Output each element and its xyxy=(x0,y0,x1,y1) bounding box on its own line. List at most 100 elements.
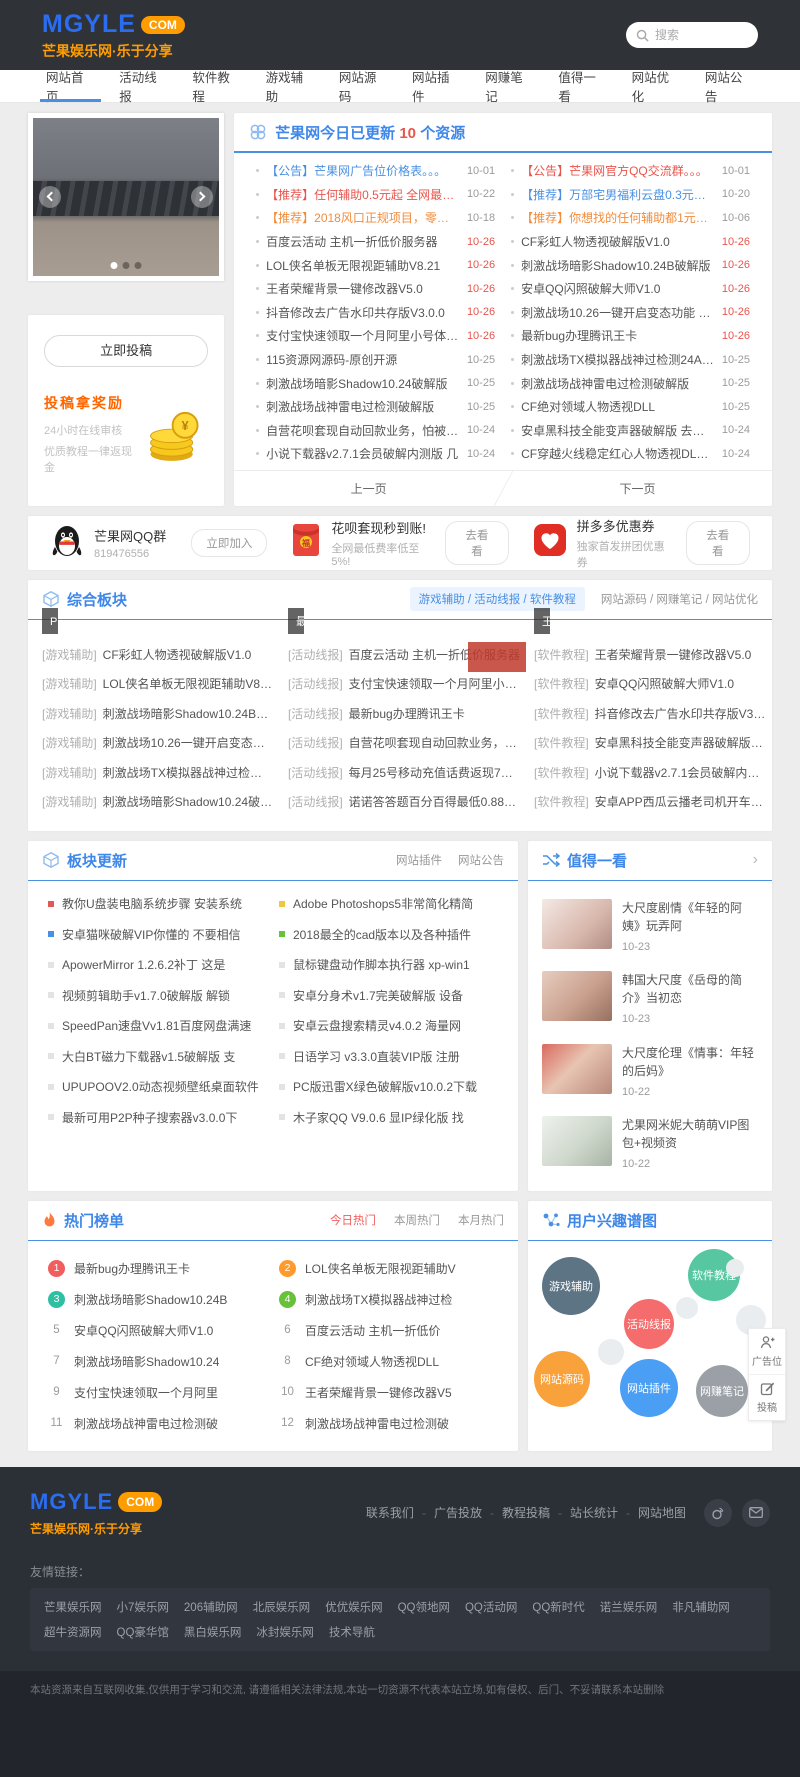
footer-link-广告投放[interactable]: 广告投放 xyxy=(434,1504,482,1521)
friend-link[interactable]: QQ领地网 xyxy=(398,1599,450,1615)
promo-action-button[interactable]: 去看看 xyxy=(686,521,750,565)
interest-bubble-网站源码[interactable]: 网站源码 xyxy=(534,1351,590,1407)
promo-action-button[interactable]: 立即加入 xyxy=(191,529,267,557)
resource-link[interactable]: 鼠标键盘动作脚本执行器 xp-win1 xyxy=(293,956,470,973)
combo-tab-active[interactable]: 游戏辅助 / 活动线报 / 软件教程 xyxy=(410,587,585,611)
nav-item-游戏辅助[interactable]: 游戏辅助 xyxy=(254,70,327,102)
image-carousel[interactable] xyxy=(28,113,224,281)
updates-tab-网站插件[interactable]: 网站插件 xyxy=(396,852,442,868)
interest-bubble-活动线报[interactable]: 活动线报 xyxy=(624,1299,674,1349)
interest-bubble-网站插件[interactable]: 网站插件 xyxy=(620,1359,678,1417)
resource-link[interactable]: Adobe Photoshops5非常简化精简 xyxy=(293,895,473,912)
friend-link[interactable]: 优优娱乐网 xyxy=(325,1599,383,1615)
resource-link[interactable]: 自营花呗套现自动回款业务，怕被骗就... xyxy=(349,734,520,751)
resource-link[interactable]: 视频剪辑助手v1.7.0破解版 解锁 xyxy=(62,987,230,1004)
resource-link[interactable]: 最新bug办理腾讯王卡 xyxy=(74,1260,190,1277)
combo-tab-inactive[interactable]: 网站源码 / 网赚笔记 / 网站优化 xyxy=(601,591,758,607)
投稿-button[interactable]: 投稿 xyxy=(749,1375,785,1420)
resource-link[interactable]: 百度云活动 主机一折低价 xyxy=(305,1322,440,1339)
resource-link[interactable]: 115资源网源码-原创开源 xyxy=(266,351,459,368)
resource-link[interactable]: 安卓猫咪破解VIP你懂的 不要相信 xyxy=(62,926,241,943)
resource-link[interactable]: 王者荣耀背景一键修改器V5.0 xyxy=(266,280,459,297)
resource-link[interactable]: 支付宝快速领取一个月阿里小号体验券 xyxy=(349,675,520,692)
resource-link[interactable]: 刺激战场暗影Shadow10.24破解版 xyxy=(266,375,459,392)
mail-icon[interactable] xyxy=(742,1499,770,1527)
hot-tab-本周热门[interactable]: 本周热门 xyxy=(394,1212,440,1228)
prev-page-button[interactable]: 上一页 xyxy=(234,471,503,506)
resource-link[interactable]: 安卓QQ闪照破解大师V1.0 xyxy=(595,675,734,692)
resource-link[interactable]: 【推荐】你想找的任何辅助都1元客服2 xyxy=(521,209,714,226)
nav-item-活动线报[interactable]: 活动线报 xyxy=(107,70,180,102)
footer-link-联系我们[interactable]: 联系我们 xyxy=(366,1504,414,1521)
resource-link[interactable]: 自营花呗套现自动回款业务，怕被骗就 xyxy=(266,422,459,439)
carousel-dot[interactable] xyxy=(135,262,142,269)
resource-link[interactable]: 最新可用P2P种子搜索器v3.0.0下 xyxy=(62,1109,237,1126)
resource-link[interactable]: 刺激战场战神雷电过检测破解版 xyxy=(521,375,714,392)
footer-link-网站地图[interactable]: 网站地图 xyxy=(638,1504,686,1521)
resource-link[interactable]: 刺激战场暗影Shadow10.24破解版 xyxy=(103,793,274,810)
resource-link[interactable]: CF绝对领域人物透视DLL xyxy=(521,398,714,415)
resource-link[interactable]: 安卓黑科技全能变声器破解版 去除付 xyxy=(521,422,714,439)
nav-item-软件教程[interactable]: 软件教程 xyxy=(180,70,253,102)
friend-link[interactable]: 小7娱乐网 xyxy=(117,1599,169,1615)
resource-link[interactable]: 【公告】芒果网广告位价格表。。。 xyxy=(266,162,459,179)
resource-link[interactable]: 大白BT磁力下载器v1.5破解版 支 xyxy=(62,1048,235,1065)
resource-link[interactable]: 安卓QQ闪照破解大师V1.0 xyxy=(74,1322,213,1339)
footer-link-站长统计[interactable]: 站长统计 xyxy=(570,1504,618,1521)
resource-link[interactable]: 百度云活动 主机一折低价服务器 xyxy=(266,233,459,250)
friend-link[interactable]: 206辅助网 xyxy=(184,1599,238,1615)
nav-item-网站源码[interactable]: 网站源码 xyxy=(327,70,400,102)
resource-link[interactable]: 教你U盘装电脑系统步骤 安装系统 xyxy=(62,895,242,912)
friend-link[interactable]: QQ新时代 xyxy=(532,1599,584,1615)
resource-link[interactable]: 抖音修改去广告水印共存版V3.0.0 xyxy=(266,304,459,321)
hot-tab-本月热门[interactable]: 本月热门 xyxy=(458,1212,504,1228)
resource-link[interactable]: 刺激战场战神雷电过检测破解版 xyxy=(266,398,459,415)
resource-link[interactable]: 王者荣耀背景一键修改器V5.0 xyxy=(595,646,752,663)
resource-link[interactable]: 木子家QQ V9.0.6 显IP绿化版 找 xyxy=(293,1109,464,1126)
footer-logo[interactable]: MGYLE COM 芒果娱乐网·乐于分享 xyxy=(30,1489,162,1537)
resource-link[interactable]: LOL侠名单板无限视距辅助V8.21 xyxy=(103,675,274,692)
resource-link[interactable]: SpeedPan速盘Vv1.81百度网盘满速 xyxy=(62,1017,251,1034)
resource-link[interactable]: 安卓APP西瓜云播老司机开车福利神器 xyxy=(595,793,766,810)
carousel-dot[interactable] xyxy=(111,262,118,269)
resource-link[interactable]: 刺激战场战神雷电过检测破 xyxy=(305,1415,449,1432)
resource-link[interactable]: 【公告】芒果网官方QQ交流群。。。 xyxy=(521,162,714,179)
interest-bubble-游戏辅助[interactable]: 游戏辅助 xyxy=(542,1257,600,1315)
nav-item-网赚笔记[interactable]: 网赚笔记 xyxy=(473,70,546,102)
resource-link[interactable]: CF彩虹人物透视破解版V1.0 xyxy=(521,233,714,250)
resource-link[interactable]: UPUPOOV2.0动态视频壁纸桌面软件 xyxy=(62,1078,259,1095)
worth-item[interactable]: 尤果网米妮大萌萌VIP图包+视频资10-22 xyxy=(542,1108,758,1181)
friend-link[interactable]: 技术导航 xyxy=(329,1624,375,1640)
site-logo[interactable]: MGYLE COM 芒果娱乐网·乐于分享 xyxy=(42,12,185,58)
submit-post-button[interactable]: 立即投稿 xyxy=(44,335,208,367)
friend-link[interactable]: 冰封娱乐网 xyxy=(256,1624,314,1640)
resource-link[interactable]: 每月25号移动充值话费返现7%活动 23... xyxy=(349,764,520,781)
promo-action-button[interactable]: 去看看 xyxy=(445,521,508,565)
resource-link[interactable]: 安卓云盘搜索精灵v4.0.2 海量网 xyxy=(293,1017,461,1034)
footer-link-教程投稿[interactable]: 教程投稿 xyxy=(502,1504,550,1521)
resource-link[interactable]: 刺激战场暗影Shadow10.24 xyxy=(74,1353,219,1370)
friend-link[interactable]: QQ活动网 xyxy=(465,1599,517,1615)
friend-link[interactable]: 芒果娱乐网 xyxy=(44,1599,102,1615)
hot-tab-今日热门[interactable]: 今日热门 xyxy=(330,1212,376,1228)
resource-link[interactable]: 支付宝快速领取一个月阿里 xyxy=(74,1384,218,1401)
resource-link[interactable]: 刺激战场TX模拟器战神过检测24A最新 xyxy=(521,351,714,368)
next-page-button[interactable]: 下一页 xyxy=(503,471,772,506)
resource-link[interactable]: CF穿越火线稳定红心人物透视DLL辅助 xyxy=(521,445,714,462)
interest-bubble-网赚笔记[interactable]: 网赚笔记 xyxy=(696,1365,748,1417)
resource-link[interactable]: 支付宝快速领取一个月阿里小号体验券 xyxy=(266,327,459,344)
updates-tab-网站公告[interactable]: 网站公告 xyxy=(458,852,504,868)
nav-item-网站插件[interactable]: 网站插件 xyxy=(400,70,473,102)
resource-link[interactable]: 刺激战场10.26一键开启变态功能 脚本... xyxy=(103,734,274,751)
resource-link[interactable]: 安卓黑科技全能变声器破解版 去除付费... xyxy=(595,734,766,751)
resource-link[interactable]: PC版迅雷X绿色破解版v10.0.2下载 xyxy=(293,1078,477,1095)
resource-link[interactable]: 安卓分身术v1.7完美破解版 设备 xyxy=(293,987,463,1004)
resource-link[interactable]: 刺激战场暗影Shadow10.24B xyxy=(74,1291,227,1308)
carousel-next-icon[interactable] xyxy=(191,186,213,208)
search-box[interactable] xyxy=(626,22,758,48)
广告位-button[interactable]: 广告位 xyxy=(749,1329,785,1375)
worth-item[interactable]: 大尺度剧情《年轻的阿姨》玩弄阿10-23 xyxy=(542,891,758,964)
resource-link[interactable]: 刺激战场暗影Shadow10.24B破解版 xyxy=(103,705,274,722)
nav-item-网站公告[interactable]: 网站公告 xyxy=(693,70,766,102)
resource-link[interactable]: 诺诺答答题百分百得最低0.88元现金红包 ... xyxy=(349,793,520,810)
